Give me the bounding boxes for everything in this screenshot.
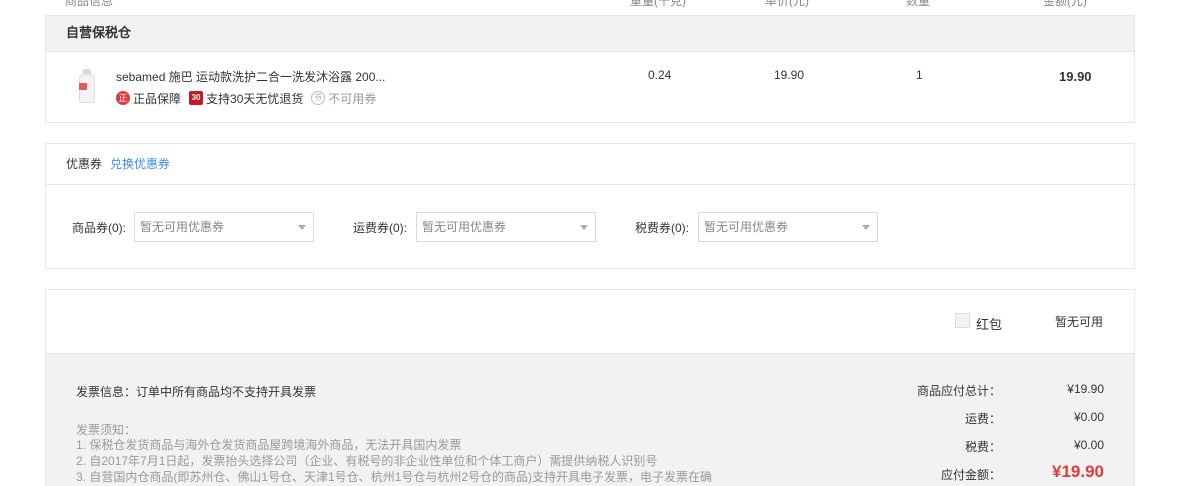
store-panel: 自营保税仓 sebamed 施巴 运动款洗护二合一洗发沐浴露 200... 正 … — [45, 15, 1135, 123]
product-name[interactable]: sebamed 施巴 运动款洗护二合一洗发沐浴露 200... — [116, 68, 385, 85]
header-quantity: 数量 — [906, 0, 931, 8]
goods-coupon-select[interactable]: 暂无可用优惠券 — [134, 212, 314, 242]
badge-no-coupon-label: 不可用券 — [328, 91, 377, 106]
order-summary: 发票信息：订单中所有商品均不支持开具发票 发票须知： 1. 保税仓发货商品与海外… — [46, 353, 1134, 486]
coupon-header: 优惠券 兑换优惠券 — [46, 144, 1134, 185]
tax-coupon-label: 税费券(0): — [635, 221, 690, 235]
goods-coupon-value: 暂无可用优惠券 — [140, 220, 225, 234]
shipping-fee-value: ¥0.00 — [1073, 410, 1104, 424]
tax-fee-value: ¥0.00 — [1073, 438, 1104, 452]
product-thumbnail[interactable] — [76, 69, 98, 103]
item-subtotal: 19.90 — [1059, 69, 1092, 84]
goods-coupon-label: 商品券(0): — [72, 221, 127, 235]
hongbao-status: 暂无可用 — [1055, 315, 1104, 329]
tax-coupon-select[interactable]: 暂无可用优惠券 — [698, 212, 878, 242]
coupon-title: 优惠券 — [66, 157, 103, 171]
badge-genuine-label: 正品保障 — [133, 91, 182, 106]
goods-total-value: ¥19.90 — [1067, 382, 1104, 396]
shipping-coupon-select[interactable]: 暂无可用优惠券 — [416, 212, 596, 242]
table-header: 商品信息 重量(千克) 单价(元) 数量 金额(元) — [45, 0, 1135, 8]
shipping-coupon-value: 暂无可用优惠券 — [422, 220, 507, 234]
shipping-coupon-label: 运费券(0): — [353, 221, 408, 235]
header-weight: 重量(千克) — [630, 0, 686, 8]
tax-fee-label: 税费： — [964, 440, 1001, 454]
coupon-panel: 优惠券 兑换优惠券 商品券(0): 暂无可用优惠券 运费券(0): 暂无可用优惠券… — [45, 143, 1135, 269]
header-unit-price: 单价(元) — [765, 0, 809, 8]
tax-coupon-value: 暂无可用优惠券 — [704, 220, 789, 234]
goods-total-label: 商品应付总计： — [916, 384, 1001, 398]
chevron-down-icon — [580, 225, 588, 230]
store-name: 自营保税仓 — [46, 16, 1134, 52]
service-badges: 正 正品保障 30 支持30天无忧退货 券 不可用券 — [116, 89, 384, 107]
cart-item: sebamed 施巴 运动款洗护二合一洗发沐浴露 200... 正 正品保障 3… — [46, 52, 1134, 122]
list-item: 3. 自营国内仓商品(即苏州仓、佛山1号仓、天津1号仓、杭州1号仓与杭州2号仓的… — [76, 470, 713, 484]
shipping-fee-label: 运费： — [964, 412, 1001, 426]
summary-panel: 红包 暂无可用 发票信息：订单中所有商品均不支持开具发票 发票须知： 1. 保税… — [45, 289, 1135, 486]
hongbao-checkbox[interactable] — [955, 313, 970, 328]
return-30-icon: 30 — [189, 91, 204, 105]
invoice-notice-list: 1. 保税仓发货商品与海外仓发货商品屋跨境海外商品，无法开具国内发票 2. 自2… — [76, 437, 712, 485]
genuine-icon: 正 — [116, 91, 130, 105]
no-coupon-icon: 券 — [311, 91, 326, 105]
pay-amount-value: ¥19.90 — [1052, 462, 1104, 481]
hongbao-label: 红包 — [976, 317, 1003, 332]
badge-return-label: 支持30天无忧退货 — [206, 91, 304, 106]
item-weight: 0.24 — [648, 68, 672, 82]
list-item: 1. 保税仓发货商品与海外仓发货商品屋跨境海外商品，无法开具国内发票 — [76, 438, 462, 452]
hongbao-row: 红包 暂无可用 — [46, 290, 1134, 353]
header-product-info: 商品信息 — [65, 0, 114, 8]
pay-amount-label: 应付金额： — [940, 468, 1001, 482]
header-amount: 金额(元) — [1043, 0, 1087, 8]
item-quantity: 1 — [916, 68, 923, 82]
invoice-info: 发票信息：订单中所有商品均不支持开具发票 — [76, 385, 317, 399]
exchange-coupon-link[interactable]: 兑换优惠券 — [110, 157, 170, 171]
chevron-down-icon — [862, 225, 870, 230]
invoice-notice-title: 发票须知： — [76, 423, 137, 437]
chevron-down-icon — [298, 225, 306, 230]
item-unit-price: 19.90 — [774, 68, 805, 82]
list-item: 2. 自2017年7月1日起，发票抬头选择公司（企业、有税号的非企业性单位和个体… — [76, 454, 658, 468]
